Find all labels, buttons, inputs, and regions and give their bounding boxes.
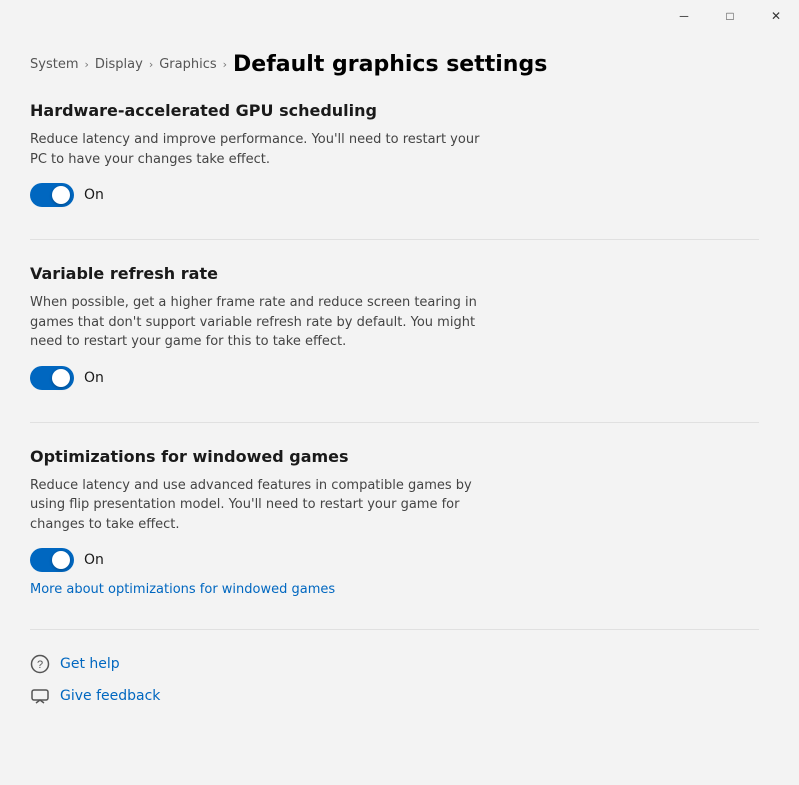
- svg-text:?: ?: [37, 659, 43, 671]
- gpu-scheduling-toggle-row: On: [30, 183, 759, 207]
- gpu-scheduling-title: Hardware-accelerated GPU scheduling: [30, 101, 759, 120]
- breadcrumb-sep-1: ›: [84, 58, 88, 71]
- variable-refresh-toggle[interactable]: [30, 366, 74, 390]
- windowed-games-toggle-label: On: [84, 552, 104, 568]
- title-bar: ─ □ ✕: [0, 0, 799, 32]
- breadcrumb: System › Display › Graphics › Default gr…: [30, 52, 759, 77]
- breadcrumb-display[interactable]: Display: [95, 57, 143, 72]
- main-content: System › Display › Graphics › Default gr…: [0, 32, 799, 785]
- breadcrumb-graphics[interactable]: Graphics: [159, 57, 216, 72]
- gpu-scheduling-toggle[interactable]: [30, 183, 74, 207]
- gpu-scheduling-section: Hardware-accelerated GPU scheduling Redu…: [30, 101, 759, 207]
- variable-refresh-title: Variable refresh rate: [30, 264, 759, 283]
- windowed-games-link[interactable]: More about optimizations for windowed ga…: [30, 582, 335, 597]
- windowed-games-title: Optimizations for windowed games: [30, 447, 759, 466]
- windowed-games-section: Optimizations for windowed games Reduce …: [30, 447, 759, 598]
- variable-refresh-toggle-label: On: [84, 370, 104, 386]
- maximize-button[interactable]: □: [707, 0, 753, 32]
- give-feedback-link[interactable]: Give feedback: [30, 686, 759, 706]
- footer-links: ? Get help Give feedback: [30, 654, 759, 706]
- give-feedback-label: Give feedback: [60, 688, 160, 704]
- variable-refresh-toggle-row: On: [30, 366, 759, 390]
- variable-refresh-section: Variable refresh rate When possible, get…: [30, 264, 759, 390]
- breadcrumb-sep-2: ›: [149, 58, 153, 71]
- get-help-label: Get help: [60, 656, 120, 672]
- feedback-icon: [30, 686, 50, 706]
- windowed-games-toggle-row: On: [30, 548, 759, 572]
- get-help-link[interactable]: ? Get help: [30, 654, 759, 674]
- help-icon: ?: [30, 654, 50, 674]
- close-button[interactable]: ✕: [753, 0, 799, 32]
- minimize-button[interactable]: ─: [661, 0, 707, 32]
- breadcrumb-sep-3: ›: [223, 58, 227, 71]
- divider-1: [30, 239, 759, 240]
- gpu-scheduling-toggle-label: On: [84, 187, 104, 203]
- breadcrumb-system[interactable]: System: [30, 57, 78, 72]
- windowed-games-desc: Reduce latency and use advanced features…: [30, 476, 480, 535]
- variable-refresh-desc: When possible, get a higher frame rate a…: [30, 293, 480, 352]
- divider-3: [30, 629, 759, 630]
- divider-2: [30, 422, 759, 423]
- page-title: Default graphics settings: [233, 52, 547, 77]
- gpu-scheduling-desc: Reduce latency and improve performance. …: [30, 130, 480, 169]
- windowed-games-toggle[interactable]: [30, 548, 74, 572]
